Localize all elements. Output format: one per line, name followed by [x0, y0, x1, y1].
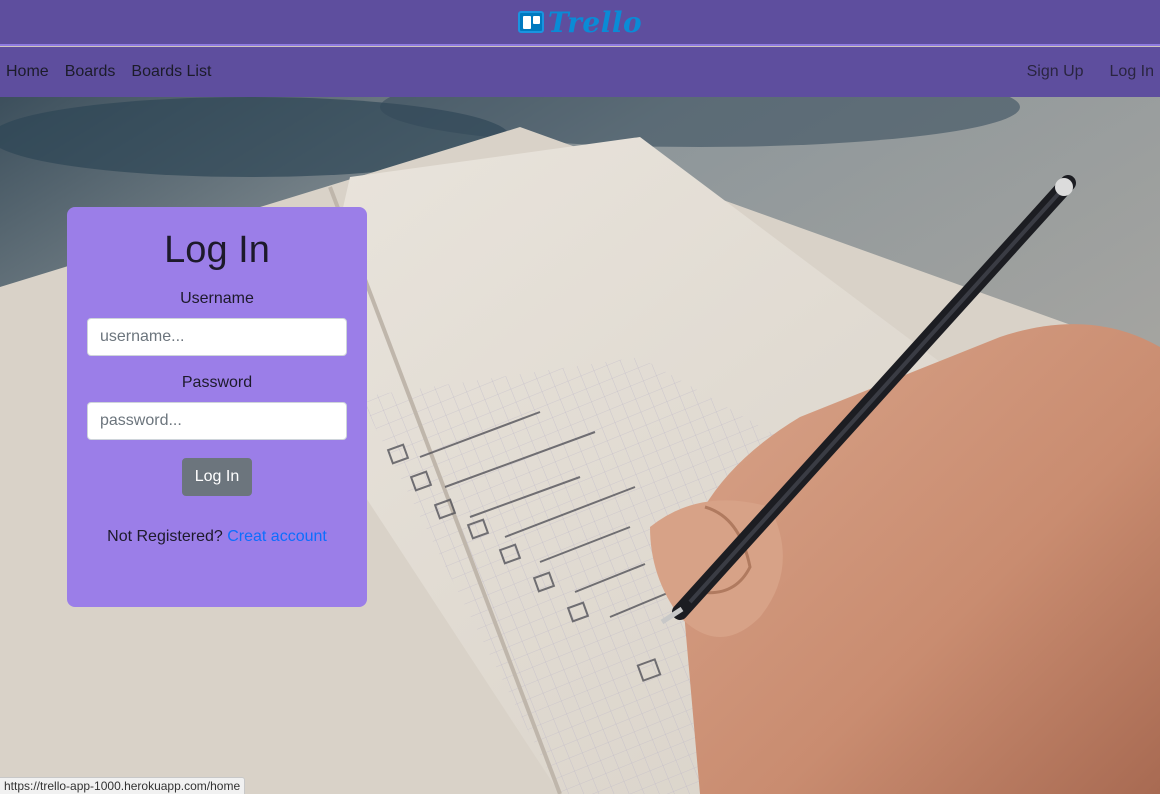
- trello-logo[interactable]: Trello: [517, 5, 643, 39]
- password-label: Password: [181, 374, 253, 391]
- top-header: Trello: [0, 0, 1160, 46]
- nav-link-boards-list[interactable]: Boards List: [131, 63, 211, 81]
- nav-right-group: Sign Up Log In: [1001, 63, 1154, 81]
- create-account-link[interactable]: Creat account: [227, 528, 327, 545]
- login-submit-button[interactable]: Log In: [181, 458, 253, 496]
- nav-left-group: Home Boards Boards List: [6, 63, 227, 81]
- password-input[interactable]: [87, 402, 347, 440]
- status-bar-url: https://trello-app-1000.herokuapp.com/ho…: [0, 777, 246, 794]
- logo-text: Trello: [547, 5, 643, 39]
- nav-link-sign-up[interactable]: Sign Up: [1027, 63, 1084, 81]
- nav-link-log-in[interactable]: Log In: [1110, 63, 1154, 81]
- trello-board-icon: [517, 11, 544, 33]
- login-title: Log In: [164, 229, 270, 271]
- nav-link-boards[interactable]: Boards: [65, 63, 116, 81]
- register-prompt-line: Not Registered? Creat account: [67, 528, 367, 546]
- login-card: Log In Username Password Log In Not Regi…: [67, 207, 367, 607]
- main-navbar: Home Boards Boards List Sign Up Log In: [0, 47, 1160, 97]
- username-label: Username: [180, 290, 254, 307]
- username-input[interactable]: [87, 318, 347, 356]
- nav-link-home[interactable]: Home: [6, 63, 49, 81]
- register-prompt-text: Not Registered?: [107, 528, 223, 545]
